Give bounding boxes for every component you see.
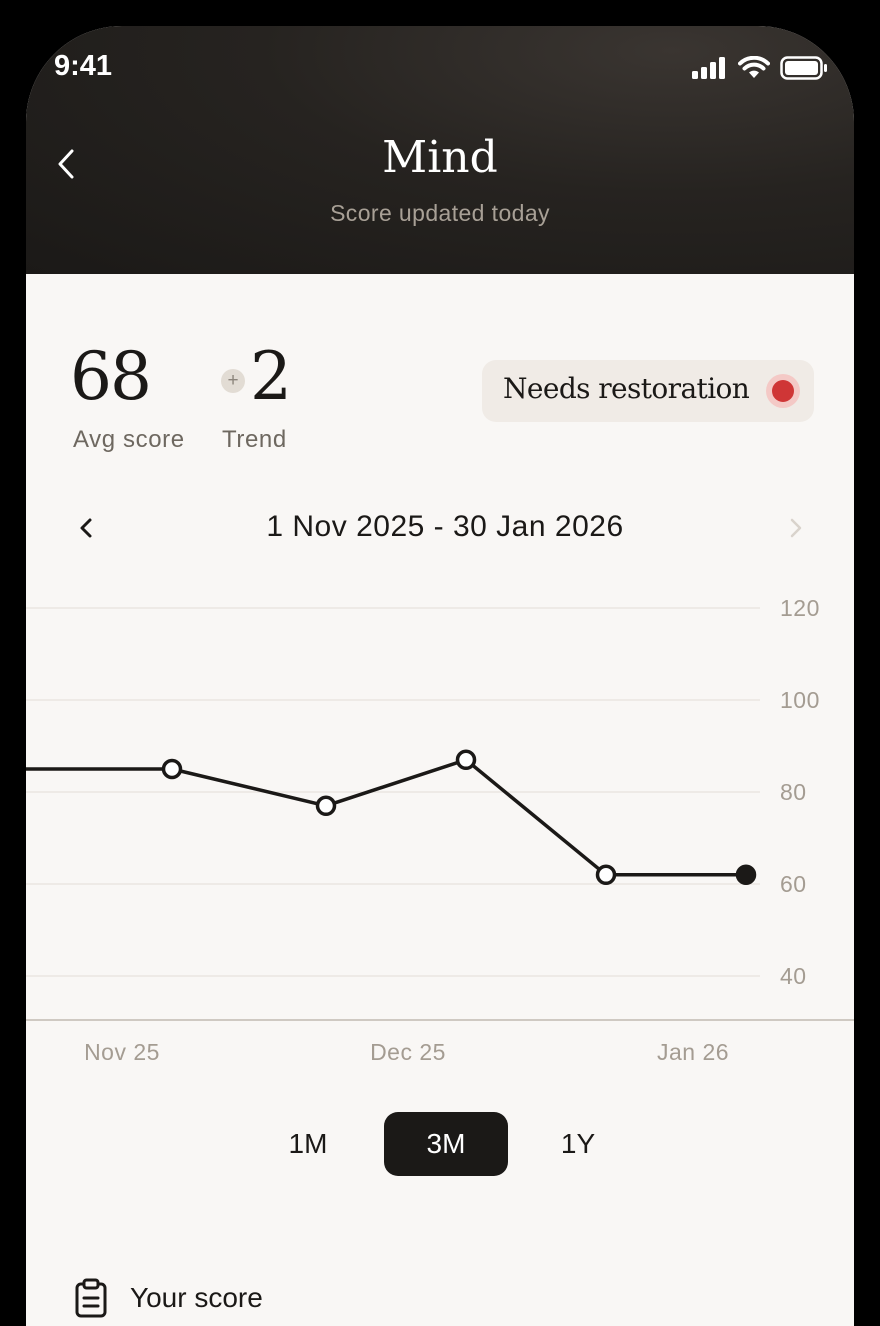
page-subtitle: Score updated today — [330, 200, 550, 226]
clipboard-icon — [75, 1278, 107, 1318]
period-selector: 1M 3M 1Y — [26, 1112, 854, 1176]
y-tick-label: 40 — [780, 963, 807, 989]
page-title: Mind — [382, 132, 498, 183]
phone-frame: 9:41 Mind Score updated today 68 Avg sco… — [0, 0, 880, 1326]
data-point — [455, 749, 477, 771]
status-badge[interactable]: Needs restoration — [482, 360, 814, 422]
next-range-button[interactable] — [778, 508, 814, 548]
trend-value: 2 — [250, 338, 292, 415]
x-tick-label: Nov 25 — [84, 1039, 160, 1065]
x-tick-label: Jan 26 — [657, 1039, 729, 1065]
x-tick-label: Dec 25 — [370, 1039, 446, 1065]
period-3m-button[interactable]: 3M — [384, 1112, 508, 1176]
status-time: 9:41 — [54, 50, 113, 82]
y-tick-label: 60 — [780, 871, 807, 897]
y-tick-label: 80 — [780, 779, 807, 805]
date-range-label: 1 Nov 2025 - 30 Jan 2026 — [266, 510, 624, 543]
status-badge-label: Needs restoration — [503, 372, 750, 405]
current-data-point — [735, 864, 757, 886]
trend-plus-icon: + — [221, 369, 245, 393]
y-tick-label: 100 — [780, 687, 820, 713]
chevron-right-icon — [790, 518, 802, 538]
y-tick-label: 120 — [780, 595, 820, 621]
cellular-signal-icon — [692, 57, 725, 79]
status-icons — [692, 56, 828, 80]
battery-icon — [780, 56, 827, 80]
period-1m-button[interactable]: 1M — [262, 1112, 354, 1176]
trend-label: Trend — [222, 426, 287, 453]
your-score-title: Your score — [130, 1282, 263, 1313]
your-score-section-header[interactable]: Your score — [74, 1274, 263, 1322]
period-1y-button[interactable]: 1Y — [532, 1112, 624, 1176]
score-line — [26, 758, 746, 877]
status-indicator-dot — [766, 374, 800, 408]
data-point — [161, 758, 183, 780]
avg-score-label: Avg score — [73, 426, 185, 453]
app-screen: 9:41 Mind Score updated today 68 Avg sco… — [26, 26, 854, 1326]
data-point — [595, 864, 617, 886]
score-chart: 120 100 80 60 40 Nov 25 Dec 25 Jan 26 — [26, 595, 854, 1065]
data-point — [315, 795, 337, 817]
header: 9:41 Mind Score updated today — [26, 26, 854, 274]
avg-score-value: 68 — [70, 338, 152, 415]
wifi-icon — [738, 56, 770, 78]
